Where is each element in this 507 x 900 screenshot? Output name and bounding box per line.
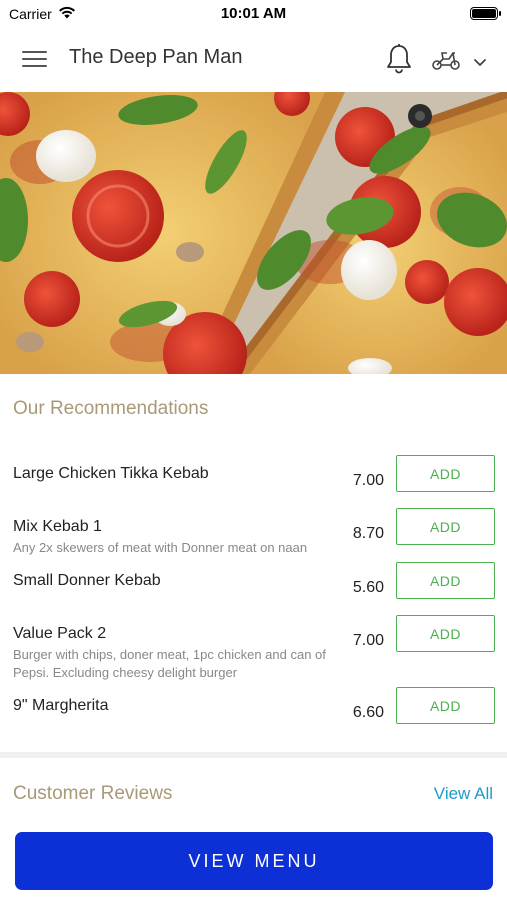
- section-divider: [0, 752, 507, 758]
- bell-icon[interactable]: [385, 43, 413, 80]
- status-time: 10:01 AM: [220, 5, 287, 22]
- store-title: The Deep Pan Man: [69, 46, 243, 68]
- item-price: 7.00: [352, 472, 384, 489]
- view-menu-button[interactable]: VIEW MENU: [15, 832, 493, 890]
- menu-icon[interactable]: [22, 49, 47, 69]
- add-button[interactable]: ADD: [396, 562, 495, 599]
- add-button[interactable]: ADD: [396, 687, 495, 724]
- item-price: 5.60: [352, 579, 384, 596]
- item-description: Any 2x skewers of meat with Donner meat …: [13, 540, 308, 555]
- view-all-reviews-link[interactable]: View All: [434, 784, 493, 804]
- hero-pizza-image: [0, 92, 507, 374]
- item-name: 9" Margherita: [13, 697, 109, 714]
- item-name: Small Donner Kebab: [13, 572, 161, 589]
- item-price: 8.70: [352, 525, 384, 542]
- item-price: 7.00: [352, 632, 384, 649]
- recommendations-title: Our Recommendations: [13, 398, 209, 419]
- chevron-down-icon[interactable]: [473, 54, 487, 72]
- reviews-title: Customer Reviews: [13, 783, 173, 804]
- scooter-icon[interactable]: [431, 47, 461, 76]
- add-button[interactable]: ADD: [396, 455, 495, 492]
- add-button[interactable]: ADD: [396, 615, 495, 652]
- item-name: Mix Kebab 1: [13, 518, 102, 535]
- app-header: The Deep Pan Man: [0, 28, 507, 92]
- battery-icon: [470, 7, 501, 20]
- status-bar: Carrier 10:01 AM: [0, 0, 507, 28]
- item-name: Large Chicken Tikka Kebab: [13, 465, 209, 482]
- add-button[interactable]: ADD: [396, 508, 495, 545]
- item-name: Value Pack 2: [13, 625, 107, 642]
- item-description: Burger with chips, doner meat, 1pc chick…: [13, 647, 326, 680]
- item-price: 6.60: [352, 704, 384, 721]
